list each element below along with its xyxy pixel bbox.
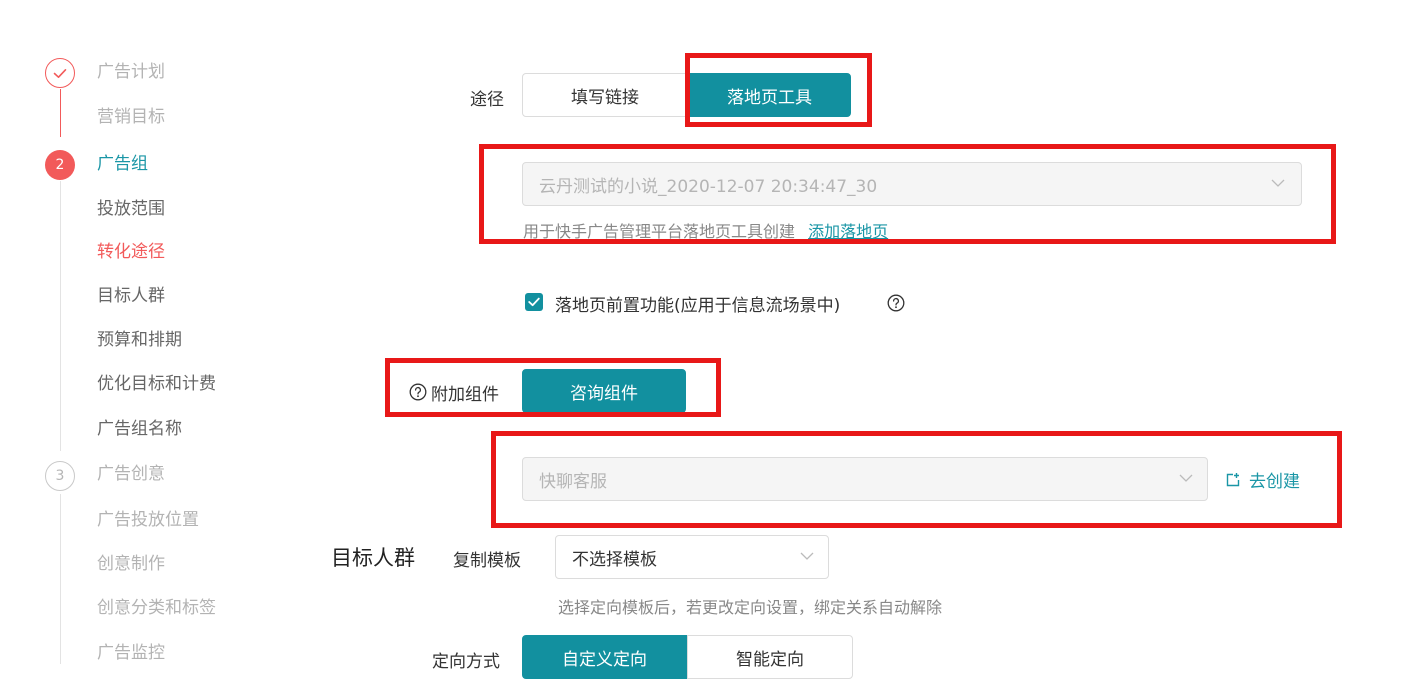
audience-section-title: 目标人群 bbox=[331, 546, 415, 570]
copy-template-label: 复制模板 bbox=[453, 551, 521, 571]
chevron-down-icon bbox=[1179, 474, 1193, 482]
nav-item-adgroup-name[interactable]: 广告组名称 bbox=[97, 418, 182, 440]
path-label: 途径 bbox=[470, 90, 504, 110]
addon-help-icon[interactable] bbox=[409, 383, 427, 401]
add-landing-page-link[interactable]: 添加落地页 bbox=[808, 222, 888, 241]
step-2-circle: 2 bbox=[45, 150, 75, 180]
landing-page-hint: 用于快手广告管理平台落地页工具创建 添加落地页 bbox=[523, 218, 888, 242]
component-select[interactable]: 快聊客服 bbox=[522, 457, 1208, 501]
nav-item-creative-production[interactable]: 创意制作 bbox=[97, 553, 165, 575]
create-component-label: 去创建 bbox=[1249, 472, 1300, 492]
template-select[interactable]: 不选择模板 bbox=[555, 535, 829, 579]
help-icon[interactable] bbox=[887, 294, 905, 312]
nav-item-optimization-billing[interactable]: 优化目标和计费 bbox=[97, 373, 216, 395]
nav-item-marketing-goal[interactable]: 营销目标 bbox=[97, 106, 165, 128]
step-1-label[interactable]: 广告计划 bbox=[97, 61, 165, 83]
landing-page-hint-text: 用于快手广告管理平台落地页工具创建 bbox=[523, 222, 796, 241]
prefix-checkbox[interactable] bbox=[525, 293, 543, 311]
step-connector-line bbox=[60, 89, 61, 137]
nav-item-conversion-path[interactable]: 转化途径 bbox=[97, 241, 165, 263]
step-connector-line bbox=[60, 181, 61, 451]
nav-item-delivery-scope[interactable]: 投放范围 bbox=[97, 198, 165, 220]
nav-item-budget-schedule[interactable]: 预算和排期 bbox=[97, 329, 182, 351]
template-select-value: 不选择模板 bbox=[572, 549, 657, 570]
path-option-landing-tool[interactable]: 落地页工具 bbox=[688, 73, 851, 117]
path-option-fill-link[interactable]: 填写链接 bbox=[522, 73, 688, 117]
checkmark-icon bbox=[528, 297, 540, 307]
template-hint: 选择定向模板后，若更改定向设置，绑定关系自动解除 bbox=[558, 598, 943, 617]
landing-page-select[interactable]: 云丹测试的小说_2020-12-07 20:34:47_30 bbox=[522, 162, 1302, 206]
landing-page-select-value: 云丹测试的小说_2020-12-07 20:34:47_30 bbox=[539, 176, 878, 197]
component-select-value: 快聊客服 bbox=[539, 471, 607, 492]
addon-label: 附加组件 bbox=[431, 385, 499, 405]
check-icon bbox=[53, 68, 67, 78]
targeting-label: 定向方式 bbox=[432, 652, 500, 672]
nav-item-placement[interactable]: 广告投放位置 bbox=[97, 509, 199, 531]
step-3-label[interactable]: 广告创意 bbox=[97, 463, 165, 485]
consult-component-button[interactable]: 咨询组件 bbox=[522, 369, 686, 413]
nav-item-target-audience[interactable]: 目标人群 bbox=[97, 285, 165, 307]
targeting-option-custom[interactable]: 自定义定向 bbox=[522, 635, 687, 679]
prefix-checkbox-label: 落地页前置功能(应用于信息流场景中) bbox=[555, 296, 841, 316]
step-connector-line bbox=[60, 494, 61, 664]
step-1-circle bbox=[45, 58, 75, 88]
nav-item-creative-tags[interactable]: 创意分类和标签 bbox=[97, 597, 216, 619]
nav-item-ad-monitoring[interactable]: 广告监控 bbox=[97, 642, 165, 664]
step-3-circle: 3 bbox=[45, 461, 75, 491]
targeting-option-smart[interactable]: 智能定向 bbox=[687, 635, 853, 679]
step-2-label[interactable]: 广告组 bbox=[97, 153, 148, 175]
chevron-down-icon bbox=[1271, 179, 1285, 187]
new-window-icon bbox=[1226, 472, 1240, 486]
chevron-down-icon bbox=[800, 552, 814, 560]
create-component-link[interactable]: 去创建 bbox=[1225, 467, 1300, 492]
